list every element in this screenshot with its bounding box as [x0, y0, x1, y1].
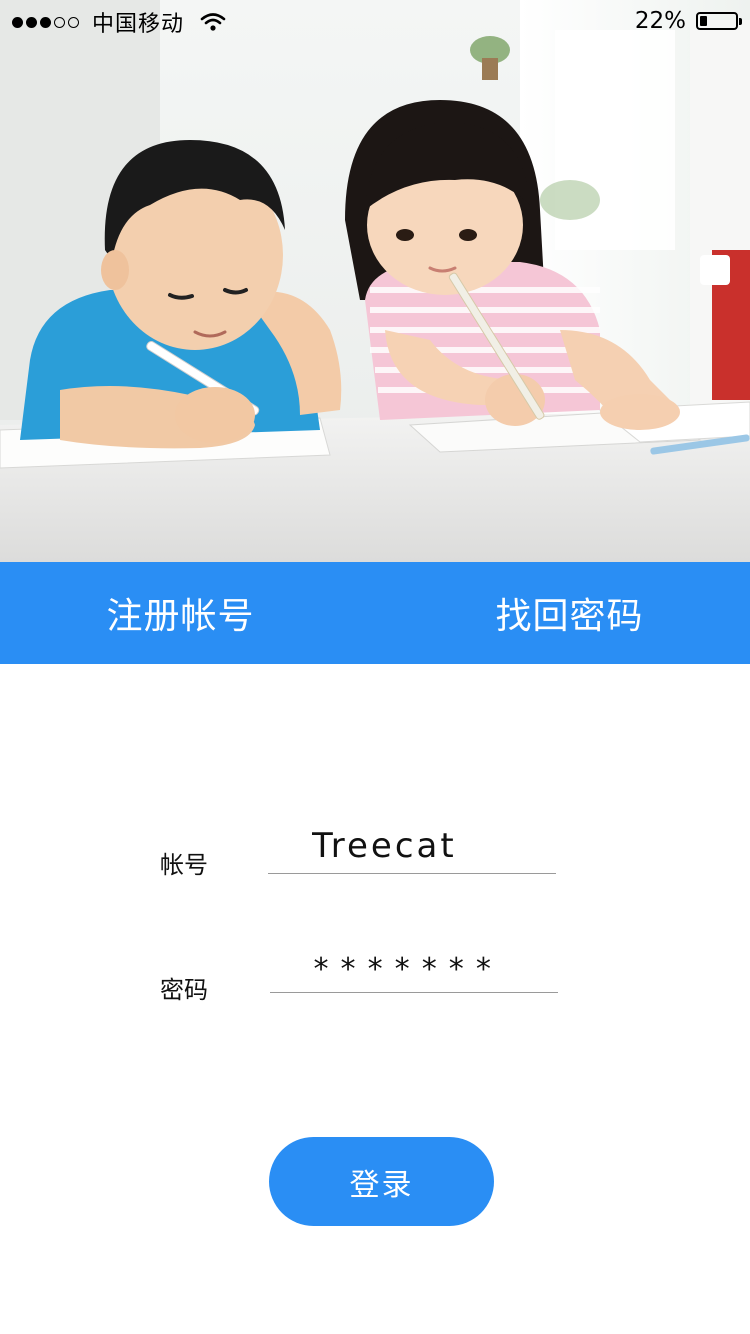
signal-dot: [54, 16, 65, 28]
battery-icon: [696, 12, 742, 30]
login-screen: 中国移动 22% 注册帐号 找回密码 帐号 密码 ******* 登录: [0, 0, 750, 1334]
signal-dot: [68, 16, 79, 28]
recover-password-link[interactable]: 找回密码: [375, 562, 750, 664]
hero-photo: [0, 0, 750, 562]
signal-dot: [26, 16, 37, 28]
battery-level-fill: [700, 16, 707, 26]
children-studying-illustration: [0, 0, 750, 562]
wifi-icon: [200, 12, 226, 32]
status-bar: 中国移动 22%: [0, 0, 750, 44]
signal-dot: [12, 16, 23, 28]
battery-cap: [739, 18, 742, 25]
account-input[interactable]: [268, 818, 556, 874]
register-account-link[interactable]: 注册帐号: [0, 562, 375, 664]
status-bar-right: 22%: [634, 6, 742, 36]
carrier-name: 中国移动: [92, 12, 185, 37]
account-label: 帐号: [160, 851, 208, 879]
signal-strength-icon: [12, 16, 82, 28]
password-input[interactable]: [270, 946, 558, 993]
status-bar-left: 中国移动: [12, 8, 226, 37]
signal-dot: [40, 16, 51, 28]
account-actions-bar: 注册帐号 找回密码: [0, 562, 750, 664]
battery-percent: 22%: [634, 8, 686, 34]
login-button[interactable]: 登录: [269, 1137, 494, 1226]
password-label: 密码: [160, 976, 208, 1004]
